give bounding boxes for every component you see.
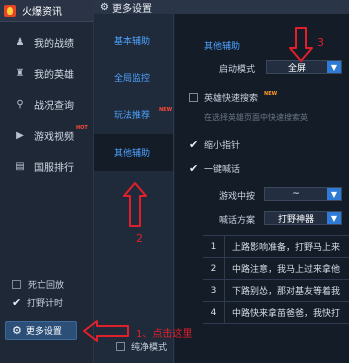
annotation-arrow-2 [123,182,147,227]
annotation-arrow-1 [83,320,129,342]
annotation-step1-text: 1、点击这里 [136,329,193,340]
annotation-step3-number: 3 [317,36,324,49]
annotation-arrow-3 [289,27,313,62]
annotation-layer [83,27,313,342]
annotation-step2-number: 2 [136,232,143,245]
